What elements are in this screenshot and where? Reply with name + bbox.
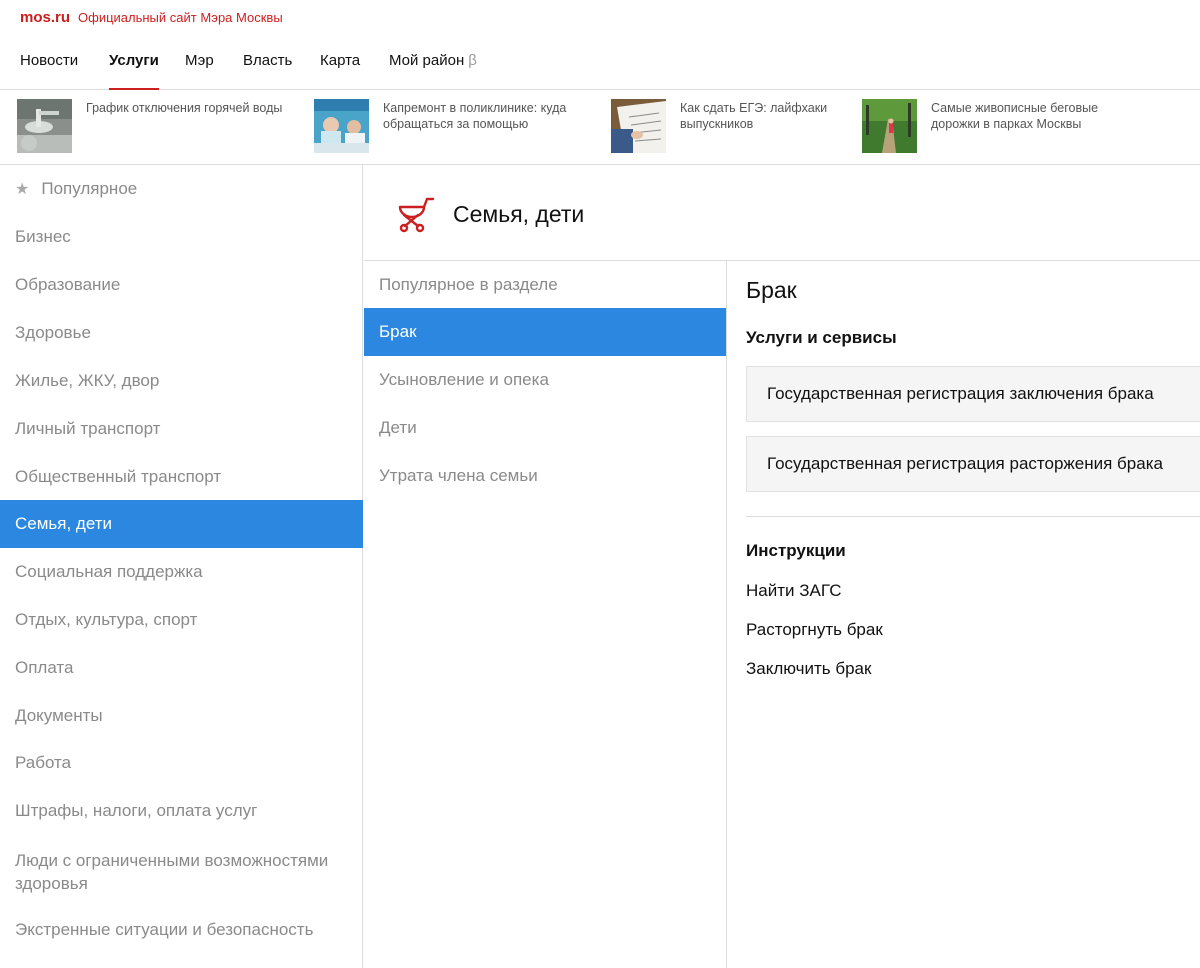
sidebar-item-housing[interactable]: Жилье, ЖКУ, двор xyxy=(0,357,363,405)
nav-item-map[interactable]: Карта xyxy=(320,52,360,90)
sidebar-item-personal-transport[interactable]: Личный транспорт xyxy=(0,405,363,453)
service-card-marriage-registration[interactable]: Государственная регистрация заключения б… xyxy=(746,366,1200,422)
submenu-item-adoption[interactable]: Усыновление и опека xyxy=(364,356,726,404)
news-title: Как сдать ЕГЭ: лайфхаки выпускников xyxy=(680,101,828,131)
news-item[interactable]: Как сдать ЕГЭ: лайфхаки выпускников xyxy=(611,99,885,153)
sidebar-item-popular[interactable]: ★ Популярное xyxy=(0,165,363,213)
site-logo[interactable]: mos.ru xyxy=(20,9,70,26)
instruction-link-divorce[interactable]: Расторгнуть брак xyxy=(746,620,883,640)
news-thumbnail-faucet xyxy=(17,99,72,153)
submenu-item-children[interactable]: Дети xyxy=(364,404,726,452)
sidebar-item-payment[interactable]: Оплата xyxy=(0,644,363,692)
sidebar-item-emergencies[interactable]: Экстренные ситуации и безопасность xyxy=(0,906,363,954)
stroller-icon xyxy=(398,197,435,233)
submenu-item-marriage[interactable]: Брак xyxy=(364,308,726,356)
instruction-link-find-registry[interactable]: Найти ЗАГС xyxy=(746,581,842,601)
sidebar-item-social-support[interactable]: Социальная поддержка xyxy=(0,548,363,596)
sidebar-item-public-transport[interactable]: Общественный транспорт xyxy=(0,453,363,501)
brand-bar: mos.ru Официальный сайт Мэра Москвы xyxy=(20,9,283,29)
sidebar-item-label: Популярное xyxy=(41,179,138,198)
submenu-item-popular[interactable]: Популярное в разделе xyxy=(364,261,726,309)
nav-item-news[interactable]: Новости xyxy=(20,52,78,90)
news-strip: График отключения горячей воды Капремонт… xyxy=(0,91,1200,165)
sidebar-item-health[interactable]: Здоровье xyxy=(0,309,363,357)
site-tagline[interactable]: Официальный сайт Мэра Москвы xyxy=(78,10,283,25)
sidebar-item-leisure[interactable]: Отдых, культура, спорт xyxy=(0,596,363,644)
content-title: Брак xyxy=(746,277,797,303)
news-thumbnail-park xyxy=(862,99,917,153)
instruction-link-marry[interactable]: Заключить брак xyxy=(746,659,871,679)
news-thumbnail-exam xyxy=(611,99,666,153)
star-icon: ★ xyxy=(15,181,30,198)
content-panel: Брак Услуги и сервисы Государственная ре… xyxy=(727,261,1200,968)
section-title: Семья, дети xyxy=(453,201,585,227)
divider xyxy=(746,516,1200,517)
news-title: График отключения горячей воды xyxy=(86,101,283,115)
category-sidebar: ★ Популярное Бизнес Образование Здоровье… xyxy=(0,165,363,968)
news-item[interactable]: Самые живописные беговые дорожки в парка… xyxy=(862,99,1136,153)
main-nav: Новости Услуги Мэр Власть Карта Мой райо… xyxy=(0,40,1200,90)
sidebar-item-fines-taxes[interactable]: Штрафы, налоги, оплата услуг xyxy=(0,787,363,835)
sidebar-item-documents[interactable]: Документы xyxy=(0,692,363,740)
nav-item-my-district-label: Мой район xyxy=(389,52,465,69)
sidebar-item-work[interactable]: Работа xyxy=(0,739,363,787)
sidebar-item-education[interactable]: Образование xyxy=(0,261,363,309)
nav-item-government[interactable]: Власть xyxy=(243,52,292,90)
nav-item-mayor[interactable]: Мэр xyxy=(185,52,214,90)
news-item[interactable]: График отключения горячей воды xyxy=(17,99,291,153)
nav-item-services[interactable]: Услуги xyxy=(109,52,159,90)
news-item[interactable]: Капремонт в поликлинике: куда обращаться… xyxy=(314,99,588,153)
sidebar-item-family-children[interactable]: Семья, дети xyxy=(0,500,363,548)
nav-item-my-district[interactable]: Мой район β xyxy=(389,52,477,90)
services-heading: Услуги и сервисы xyxy=(746,328,897,347)
news-title: Самые живописные беговые дорожки в парка… xyxy=(931,101,1099,131)
news-title: Капремонт в поликлинике: куда обращаться… xyxy=(383,101,567,131)
service-card-divorce-registration[interactable]: Государственная регистрация расторжения … xyxy=(746,436,1200,492)
section-header: Семья, дети xyxy=(364,165,1200,261)
sidebar-item-disabilities[interactable]: Люди с ограниченными возможностями здоро… xyxy=(0,841,363,905)
section-submenu: Популярное в разделе Брак Усыновление и … xyxy=(364,261,727,968)
beta-badge: β xyxy=(468,52,477,69)
sidebar-item-business[interactable]: Бизнес xyxy=(0,213,363,261)
submenu-item-family-loss[interactable]: Утрата члена семьи xyxy=(364,452,726,500)
news-thumbnail-clinic xyxy=(314,99,369,153)
instructions-heading: Инструкции xyxy=(746,541,846,560)
